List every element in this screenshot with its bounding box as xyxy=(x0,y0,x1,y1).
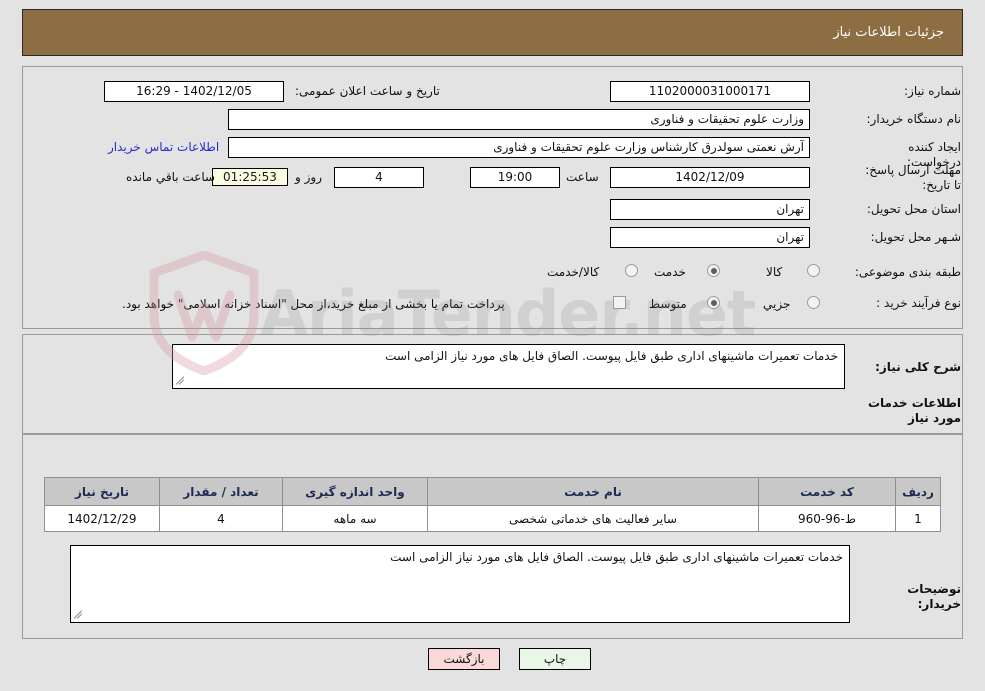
cell-unit: سه ماهه xyxy=(282,505,428,532)
description-label: شرح کلی نیاز: xyxy=(875,360,961,374)
services-section-heading: اطلاعات خدمات مورد نیاز xyxy=(867,396,961,425)
announce-datetime-label: تاریخ و ساعت اعلان عمومی: xyxy=(295,84,440,98)
services-table: ردیف کد خدمت نام خدمت واحد اندازه گیری ت… xyxy=(44,477,941,532)
page-header: جزئیات اطلاعات نیاز xyxy=(22,9,963,56)
print-button[interactable]: چاپ xyxy=(519,648,591,670)
province-value: تهران xyxy=(610,199,810,220)
radio-process-jozi[interactable] xyxy=(807,296,820,309)
radio-process-jozi-label: جزیي xyxy=(763,297,791,311)
cell-row: 1 xyxy=(895,505,941,532)
table-header-row: ردیف کد خدمت نام خدمت واحد اندازه گیری ت… xyxy=(44,477,941,506)
description-textarea[interactable]: خدمات تعمیرات ماشینهای اداری طبق فایل پی… xyxy=(172,344,845,389)
col-date: تاریخ نیاز xyxy=(44,477,160,506)
buyer-contact-link[interactable]: اطلاعات تماس خریدار xyxy=(108,140,219,154)
remaining-time-countdown: 01:25:53 xyxy=(212,168,288,186)
buyer-notes-label: توضیحات خریدار: xyxy=(907,582,961,611)
buyer-org-label: نام دستگاه خریدار: xyxy=(866,112,962,126)
radio-category-khedmat-label: خدمت xyxy=(654,265,686,279)
radio-category-kala[interactable] xyxy=(807,264,820,277)
category-label: طبقه بندی موضوعی: xyxy=(854,265,961,279)
process-label: نوع فرآیند خرید : xyxy=(876,296,961,310)
cell-code: ط-96-960 xyxy=(758,505,896,532)
radio-process-motevaset[interactable] xyxy=(707,296,720,309)
back-button[interactable]: بازگشت xyxy=(428,648,500,670)
city-value: تهران xyxy=(610,227,810,248)
checkbox-islamic-treasury-label: پرداخت تمام یا بخشی از مبلغ خرید،از محل … xyxy=(122,297,505,311)
buyer-notes-text: خدمات تعمیرات ماشینهای اداری طبق فایل پی… xyxy=(390,550,843,564)
creator-value: آرش نعمتی سولدرق کارشناس وزارت علوم تحقی… xyxy=(228,137,810,158)
col-row: ردیف xyxy=(895,477,941,506)
col-code: کد خدمت xyxy=(758,477,896,506)
table-row: 1 ط-96-960 سایر فعالیت های خدماتی شخصی س… xyxy=(44,505,941,532)
deadline-date-value: 1402/12/09 xyxy=(610,167,810,188)
deadline-hour-label: ساعت xyxy=(566,170,599,184)
province-label: استان محل تحویل: xyxy=(866,202,961,216)
remaining-days-suffix: روز و xyxy=(295,170,322,184)
col-qty: تعداد / مقدار xyxy=(159,477,283,506)
radio-category-khedmat[interactable] xyxy=(707,264,720,277)
radio-category-kala-label: کالا xyxy=(766,265,783,279)
buyer-notes-textarea[interactable]: خدمات تعمیرات ماشینهای اداری طبق فایل پی… xyxy=(70,545,850,623)
radio-process-motevaset-label: متوسط xyxy=(649,297,687,311)
resize-grip-icon[interactable] xyxy=(176,376,186,386)
deadline-hour-value: 19:00 xyxy=(470,167,560,188)
cell-qty: 4 xyxy=(159,505,283,532)
need-info-panel xyxy=(22,66,963,329)
need-number-label: شماره نیاز: xyxy=(904,84,961,98)
col-unit: واحد اندازه گیری xyxy=(282,477,428,506)
remaining-time-suffix: ساعت باقي مانده xyxy=(126,170,216,184)
cell-date: 1402/12/29 xyxy=(44,505,160,532)
resize-grip-icon[interactable] xyxy=(74,610,84,620)
remaining-days-value: 4 xyxy=(334,167,424,188)
checkbox-islamic-treasury[interactable] xyxy=(613,296,626,309)
description-text: خدمات تعمیرات ماشینهای اداری طبق فایل پی… xyxy=(385,349,838,363)
page-title: جزئیات اطلاعات نیاز xyxy=(833,25,944,40)
announce-datetime-value: 1402/12/05 - 16:29 xyxy=(104,81,284,102)
city-label: شـهر محل تحویل: xyxy=(870,230,961,244)
cell-name: سایر فعالیت های خدماتی شخصی xyxy=(427,505,759,532)
radio-category-kala-khedmat-label: کالا/خدمت xyxy=(547,265,600,279)
buyer-org-value: وزارت علوم تحقیقات و فناوری xyxy=(228,109,810,130)
deadline-label: مهلت ارسال پاسخ: تا تاریخ: xyxy=(865,163,961,192)
col-name: نام خدمت xyxy=(427,477,759,506)
radio-category-kala-khedmat[interactable] xyxy=(625,264,638,277)
need-number-value: 1102000031000171 xyxy=(610,81,810,102)
